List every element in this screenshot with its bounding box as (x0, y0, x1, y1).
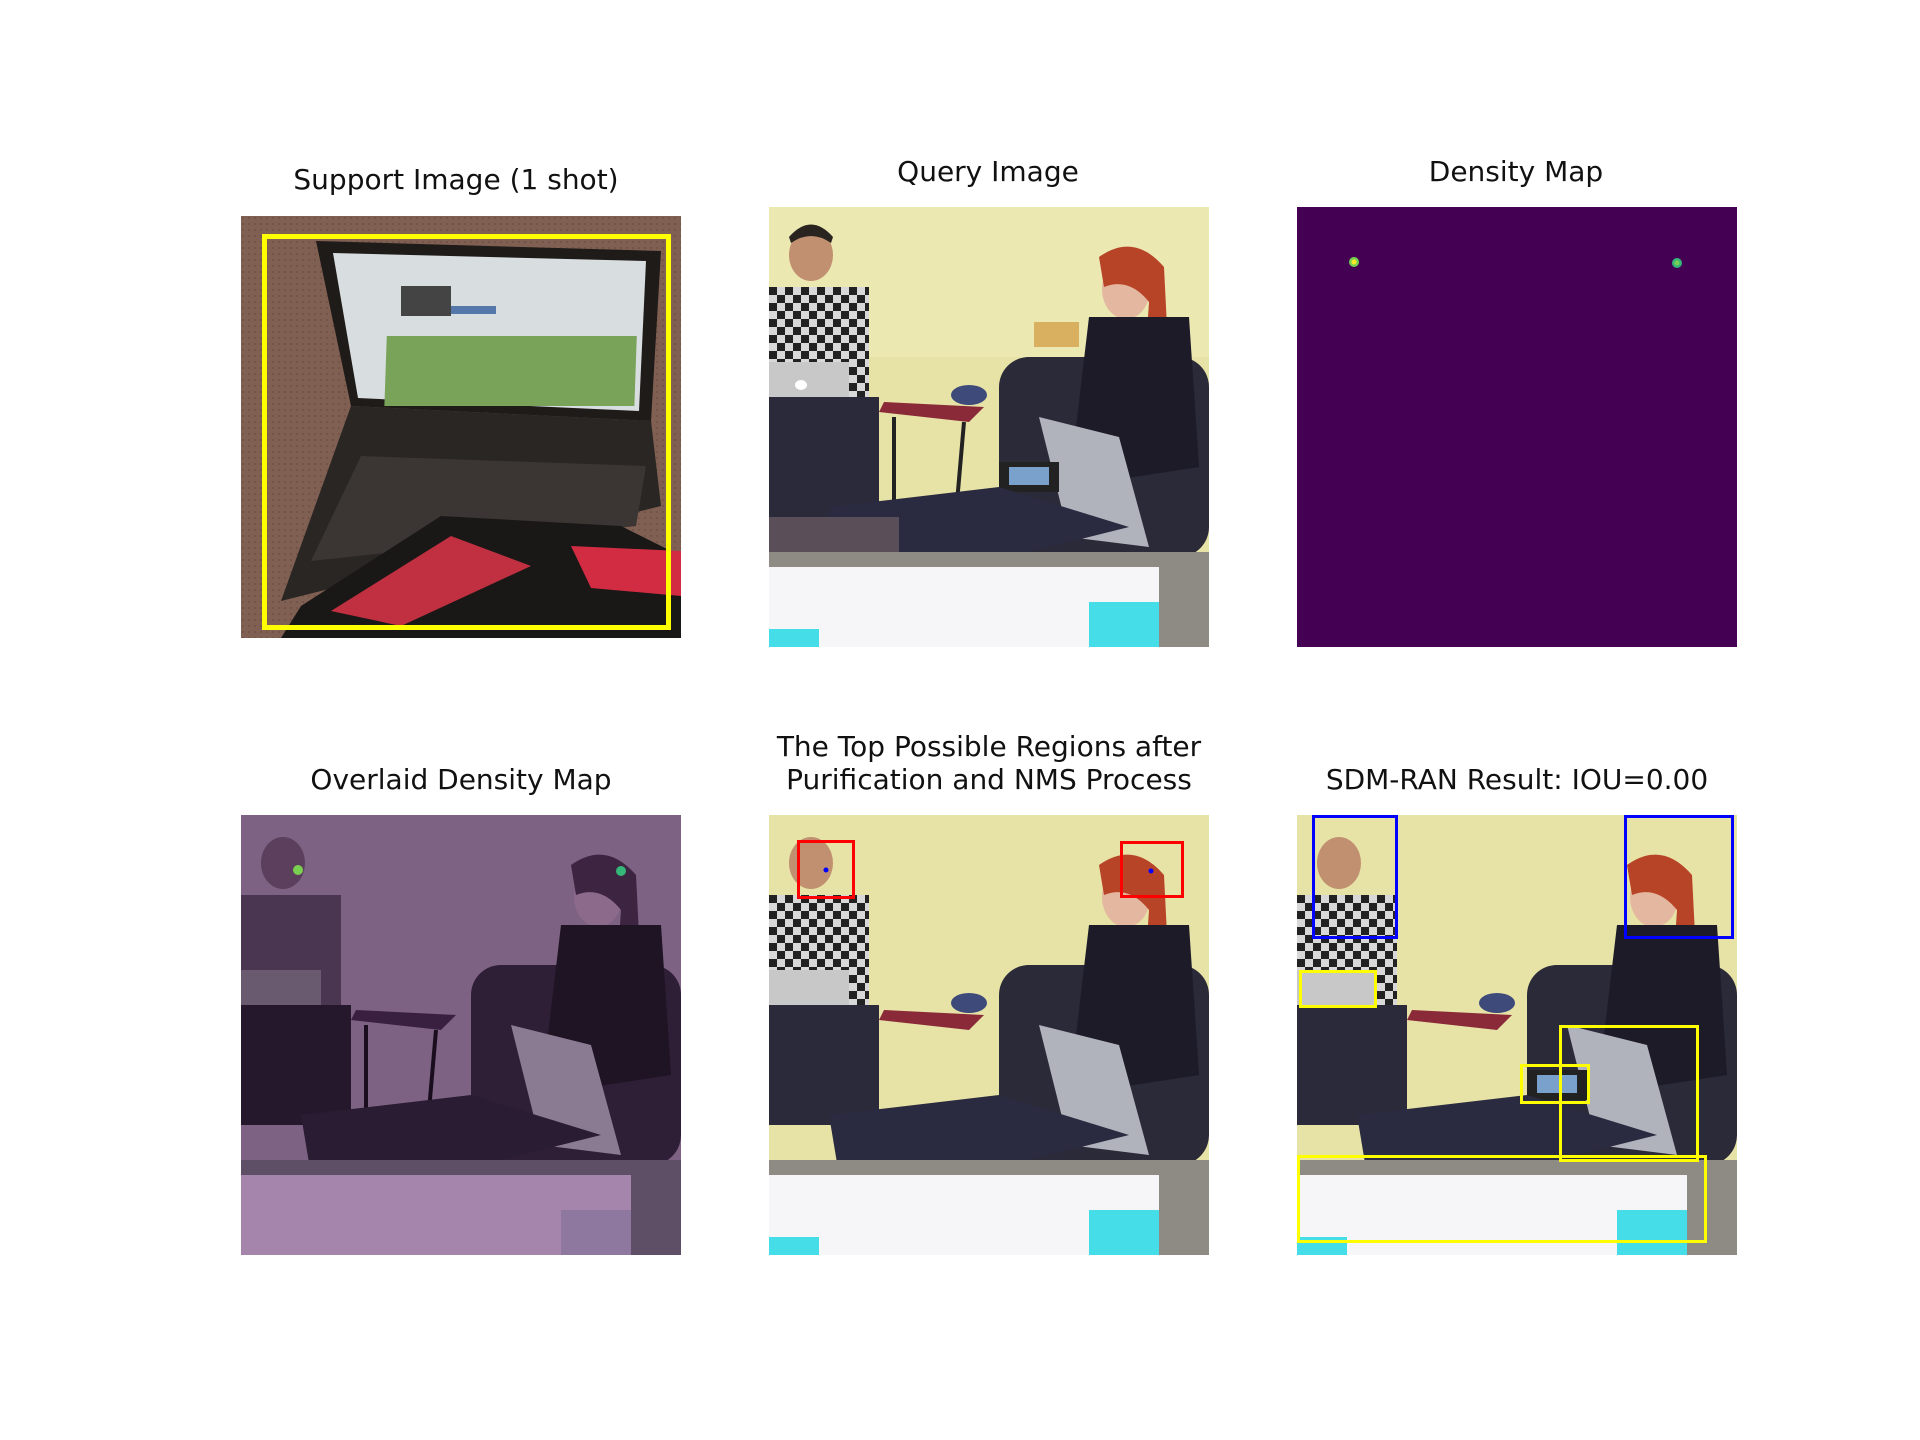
result-yellow-box-4 (1297, 1155, 1707, 1243)
region-box-man-head (797, 840, 855, 899)
support-image-title: Support Image (1 shot) (293, 163, 619, 196)
result-yellow-box-3 (1559, 1025, 1699, 1162)
support-bounding-box (262, 234, 671, 630)
density-map-panel (1297, 207, 1737, 647)
result-yellow-box-1 (1299, 970, 1377, 1008)
result-blue-box-woman (1624, 815, 1734, 939)
overlaid-photo (241, 815, 681, 1255)
density-heatmap (1297, 207, 1737, 647)
overlaid-density-title: Overlaid Density Map (310, 763, 612, 796)
query-image-panel (769, 207, 1209, 647)
result-panel (1297, 815, 1737, 1255)
result-blue-box-man (1312, 815, 1398, 939)
query-photo (769, 207, 1209, 647)
overlaid-density-panel (241, 815, 681, 1255)
region-box-woman-head (1120, 841, 1184, 898)
density-map-title: Density Map (1428, 155, 1604, 188)
support-image-panel (241, 216, 681, 638)
query-image-title: Query Image (897, 155, 1079, 188)
top-regions-panel (769, 815, 1209, 1255)
top-regions-title-line2: Purification and NMS Process (786, 763, 1192, 796)
result-title: SDM-RAN Result: IOU=0.00 (1325, 763, 1709, 796)
top-regions-title-line1: The Top Possible Regions after (776, 730, 1202, 763)
